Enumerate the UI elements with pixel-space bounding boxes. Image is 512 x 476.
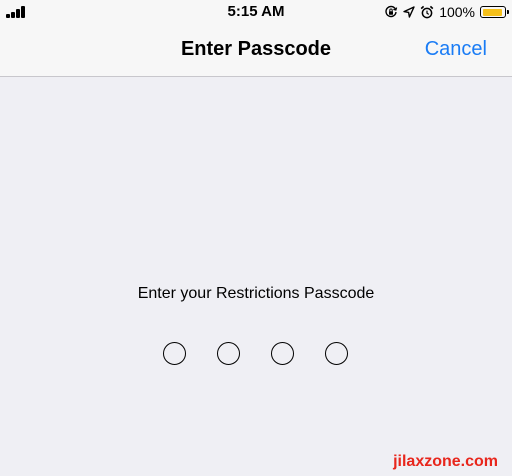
- location-arrow-icon: [403, 6, 415, 18]
- passcode-prompt: Enter your Restrictions Passcode: [137, 285, 375, 302]
- passcode-dot: [325, 342, 348, 365]
- passcode-dots[interactable]: [163, 342, 348, 365]
- alarm-icon: [420, 5, 434, 19]
- passcode-dot: [271, 342, 294, 365]
- passcode-dot: [163, 342, 186, 365]
- status-icons: 100%: [384, 3, 509, 21]
- watermark: jilaxzone.com: [393, 453, 498, 470]
- status-bar: 5:15 AM 100%: [0, 0, 512, 24]
- battery-percent: 100%: [439, 4, 475, 20]
- cancel-button[interactable]: Cancel: [425, 38, 487, 61]
- orientation-lock-icon: [385, 5, 398, 18]
- navigation-bar: Enter Passcode Cancel: [0, 24, 512, 77]
- battery-icon: [480, 6, 509, 18]
- battery-fill: [482, 8, 502, 16]
- passcode-dot: [217, 342, 240, 365]
